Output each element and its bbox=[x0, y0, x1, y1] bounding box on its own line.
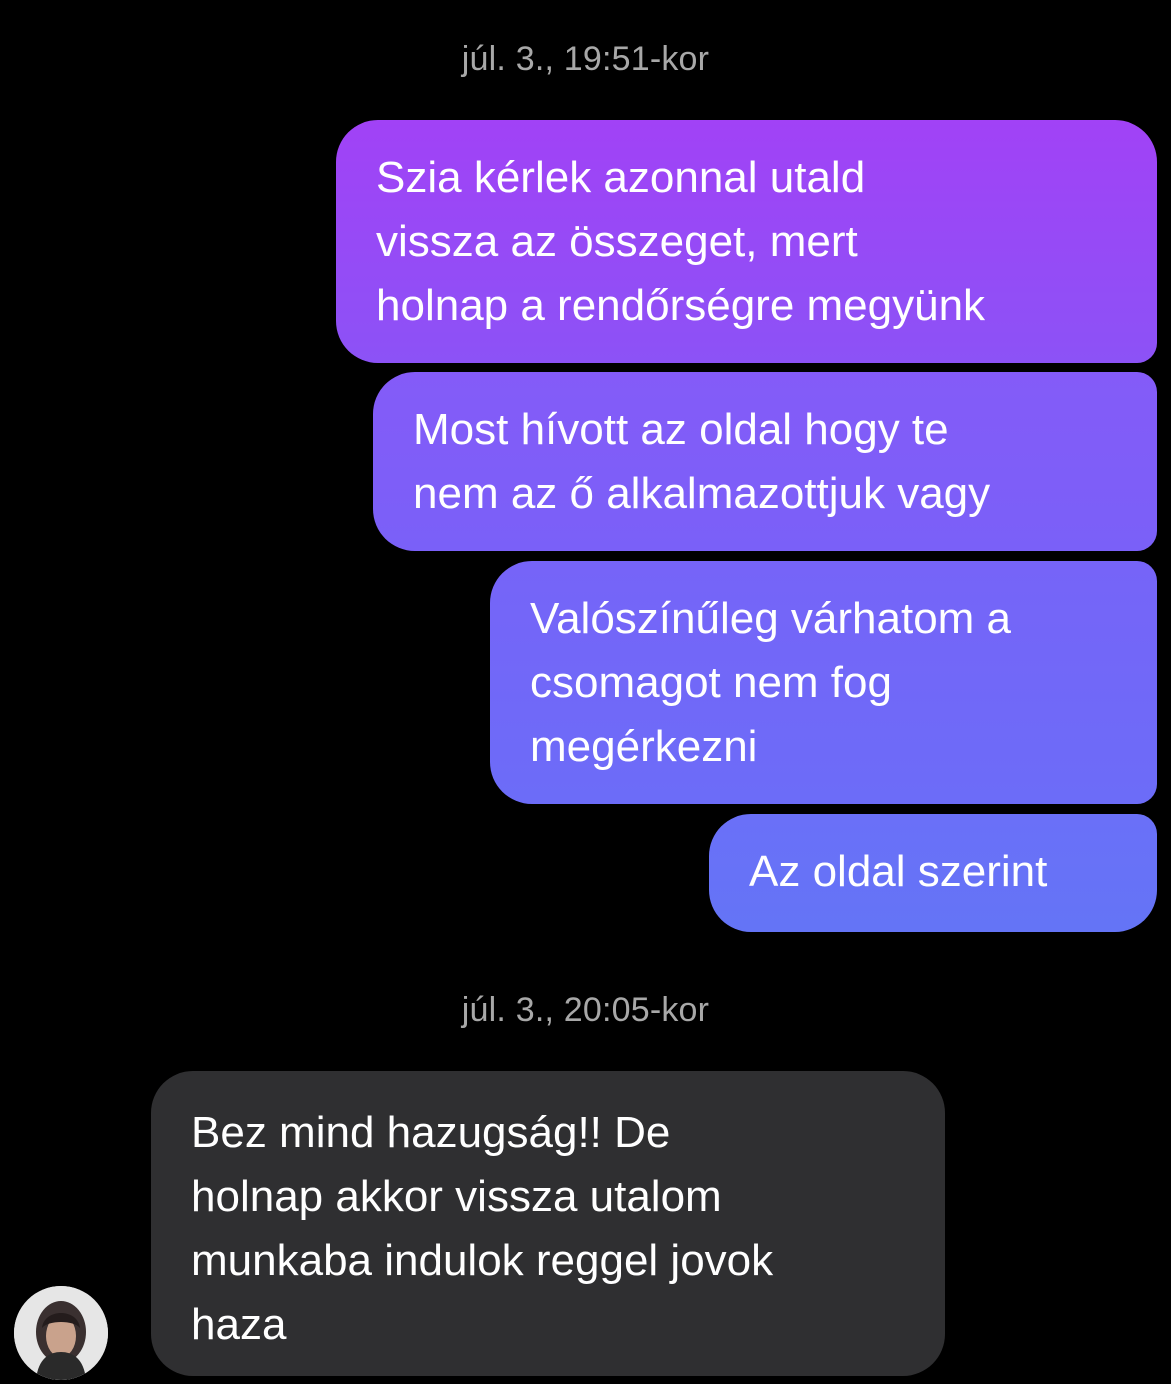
incoming-message[interactable]: Bez mind hazugság!! De holnap akkor viss… bbox=[151, 1071, 945, 1376]
chat-thread: júl. 3., 19:51-kor Szia kérlek azonnal u… bbox=[0, 0, 1171, 1384]
outgoing-message[interactable]: Szia kérlek azonnal utald vissza az össz… bbox=[336, 120, 1157, 363]
timestamp: júl. 3., 19:51-kor bbox=[461, 40, 710, 78]
avatar-icon bbox=[14, 1286, 108, 1380]
timestamp: júl. 3., 20:05-kor bbox=[461, 991, 710, 1029]
outgoing-message[interactable]: Most hívott az oldal hogy te nem az ő al… bbox=[373, 372, 1157, 551]
contact-avatar[interactable] bbox=[14, 1286, 108, 1380]
outgoing-message[interactable]: Valószínűleg várhatom a csomagot nem fog… bbox=[490, 561, 1157, 804]
outgoing-message[interactable]: Az oldal szerint bbox=[709, 814, 1157, 932]
